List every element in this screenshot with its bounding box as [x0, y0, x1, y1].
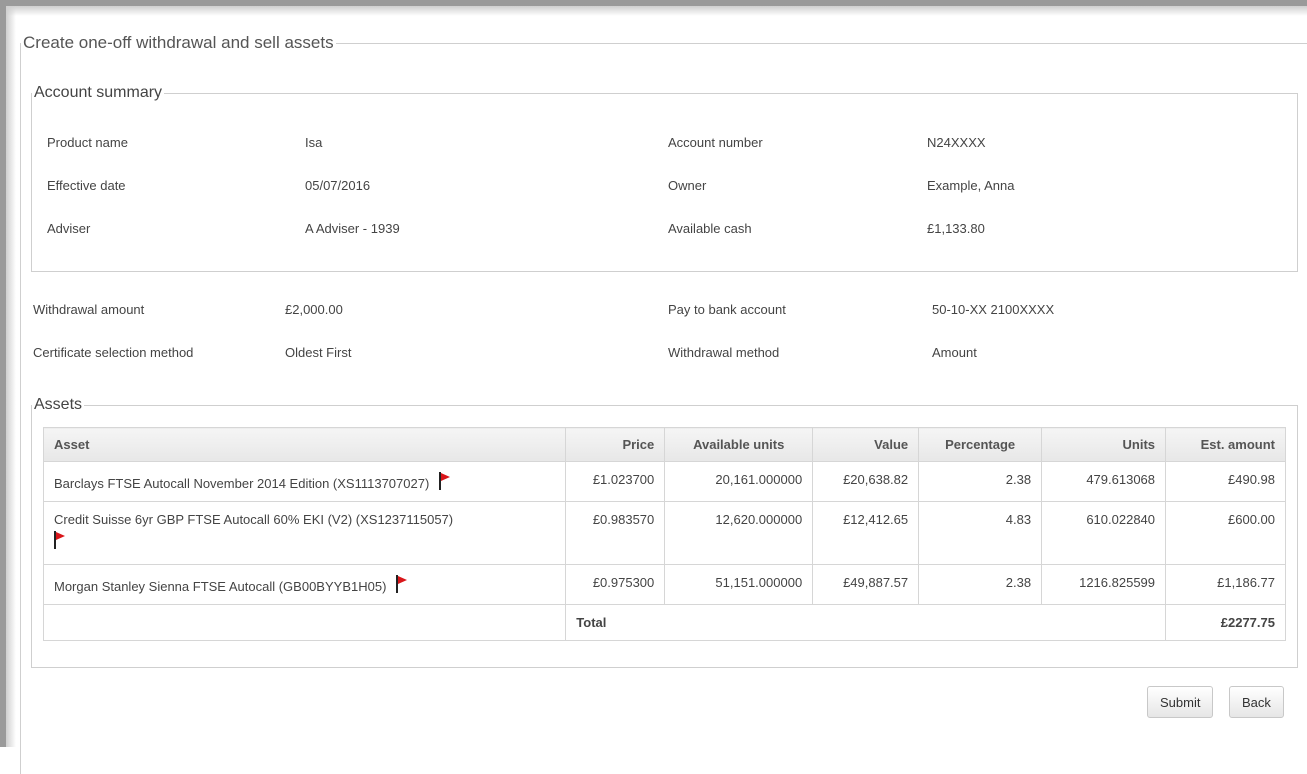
assets-table: Asset Price Available units Value Percen…: [42, 427, 1286, 641]
table-row: Credit Suisse 6yr GBP FTSE Autocall 60% …: [42, 501, 1286, 565]
red-flag-icon[interactable]: [396, 575, 408, 593]
value-cell: £49,887.57: [812, 564, 920, 605]
est-amount-cell: £600.00: [1165, 501, 1286, 565]
effective-date-value: 05/07/2016: [305, 178, 371, 193]
product-name-value: Isa: [305, 135, 323, 150]
withdrawal-amount-label: Withdrawal amount: [33, 302, 145, 317]
submit-button[interactable]: Submit: [1147, 686, 1214, 718]
column-header-percentage[interactable]: Percentage: [918, 427, 1043, 462]
asset-name: Barclays FTSE Autocall November 2014 Edi…: [54, 476, 430, 491]
price-cell: £1.023700: [565, 461, 666, 502]
bank-account-value: 50-10-XX 2100XXXX: [932, 302, 1055, 317]
price-cell: £0.983570: [565, 501, 666, 565]
account-summary-section: Account summary: [31, 84, 1298, 272]
account-summary-legend: Account summary: [34, 84, 163, 101]
asset-cell: Barclays FTSE Autocall November 2014 Edi…: [42, 461, 567, 502]
owner-value: Example, Anna: [927, 178, 1015, 193]
price-cell: £0.975300: [565, 564, 666, 605]
percentage-cell: 4.83: [918, 501, 1043, 565]
asset-cell: Credit Suisse 6yr GBP FTSE Autocall 60% …: [42, 501, 567, 565]
est-amount-cell: £490.98: [1165, 461, 1286, 502]
withdrawal-method-value: Amount: [932, 345, 977, 360]
available-cash-label: Available cash: [668, 221, 752, 236]
column-header-value[interactable]: Value: [812, 427, 920, 462]
effective-date-label: Effective date: [47, 178, 126, 193]
red-flag-icon[interactable]: [54, 531, 65, 549]
table-row: Morgan Stanley Sienna FTSE Autocall (GB0…: [42, 564, 1286, 605]
withdrawal-amount-value: £2,000.00: [285, 302, 343, 317]
certificate-method-label: Certificate selection method: [33, 345, 194, 360]
units-cell: 610.022840: [1041, 501, 1167, 565]
adviser-value: A Adviser - 1939: [305, 221, 400, 236]
page-title: Create one-off withdrawal and sell asset…: [23, 33, 334, 52]
asset-name: Morgan Stanley Sienna FTSE Autocall (GB0…: [54, 579, 387, 594]
column-header-units[interactable]: Units: [1041, 427, 1167, 462]
percentage-cell: 2.38: [918, 564, 1043, 605]
column-header-available-units[interactable]: Available units: [664, 427, 814, 462]
total-label: Total: [565, 604, 1167, 641]
table-row: Barclays FTSE Autocall November 2014 Edi…: [42, 461, 1286, 502]
available-units-cell: 20,161.000000: [664, 461, 814, 502]
column-header-asset[interactable]: Asset: [42, 427, 567, 462]
owner-label: Owner: [668, 178, 707, 193]
bank-account-label: Pay to bank account: [668, 302, 786, 317]
est-amount-cell: £1,186.77: [1165, 564, 1286, 605]
asset-cell: Morgan Stanley Sienna FTSE Autocall (GB0…: [42, 564, 567, 605]
available-cash-value: £1,133.80: [927, 221, 985, 236]
adviser-label: Adviser: [47, 221, 91, 236]
red-flag-icon[interactable]: [439, 472, 451, 490]
total-row: Total £2277.75: [42, 604, 1286, 641]
percentage-cell: 2.38: [918, 461, 1043, 502]
account-number-label: Account number: [668, 135, 763, 150]
product-name-label: Product name: [47, 135, 128, 150]
available-units-cell: 12,620.000000: [664, 501, 814, 565]
certificate-method-value: Oldest First: [285, 345, 352, 360]
total-amount: £2277.75: [1165, 604, 1286, 641]
available-units-cell: 51,151.000000: [664, 564, 814, 605]
account-number-value: N24XXXX: [927, 135, 986, 150]
back-button[interactable]: Back: [1229, 686, 1284, 718]
value-cell: £12,412.65: [812, 501, 920, 565]
total-empty-cell: [42, 604, 567, 641]
value-cell: £20,638.82: [812, 461, 920, 502]
assets-legend: Assets: [34, 396, 83, 413]
table-header-row: Asset Price Available units Value Percen…: [42, 427, 1286, 462]
column-header-price[interactable]: Price: [565, 427, 666, 462]
units-cell: 1216.825599: [1041, 564, 1167, 605]
asset-name: Credit Suisse 6yr GBP FTSE Autocall 60% …: [54, 512, 454, 527]
column-header-est-amount[interactable]: Est. amount: [1165, 427, 1286, 462]
units-cell: 479.613068: [1041, 461, 1167, 502]
withdrawal-method-label: Withdrawal method: [668, 345, 780, 360]
